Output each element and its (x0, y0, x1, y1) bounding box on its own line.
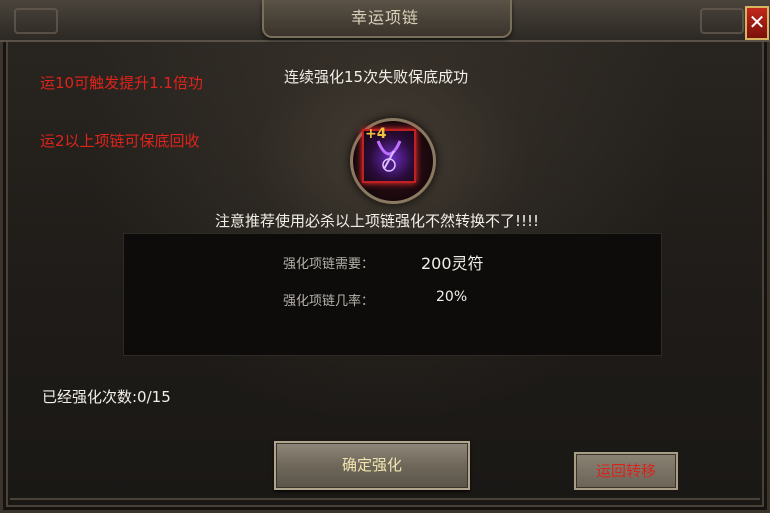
guarantee-text: 连续强化15次失败保底成功 (284, 68, 469, 86)
rate-value: 20% (436, 289, 468, 305)
rate-label: 强化项链几率： (283, 294, 375, 309)
note-line-2: 运2以上项链可保底回收 (40, 132, 200, 150)
cost-label: 强化项链需要： (283, 257, 375, 272)
transfer-button[interactable]: 运回转移 (574, 452, 678, 490)
requirements-panel (123, 233, 662, 356)
item-level-badge: +4 (365, 126, 387, 142)
confirm-enhance-button[interactable]: 确定强化 (274, 441, 470, 490)
enhance-count: 已经强化次数:0/15 (42, 388, 171, 406)
warning-text: 注意推荐使用必杀以上项链强化不然转换不了!!!! (215, 212, 540, 230)
close-button[interactable]: ✕ (745, 6, 769, 40)
corner-ornament-left (14, 8, 58, 34)
dialog-title: 幸运项链 (350, 8, 419, 27)
note-line-1: 运10可触发提升1.1倍功 (40, 74, 203, 92)
cost-value: 200灵符 (421, 254, 484, 273)
bottom-divider (10, 498, 760, 500)
corner-ornament-right (700, 8, 744, 34)
